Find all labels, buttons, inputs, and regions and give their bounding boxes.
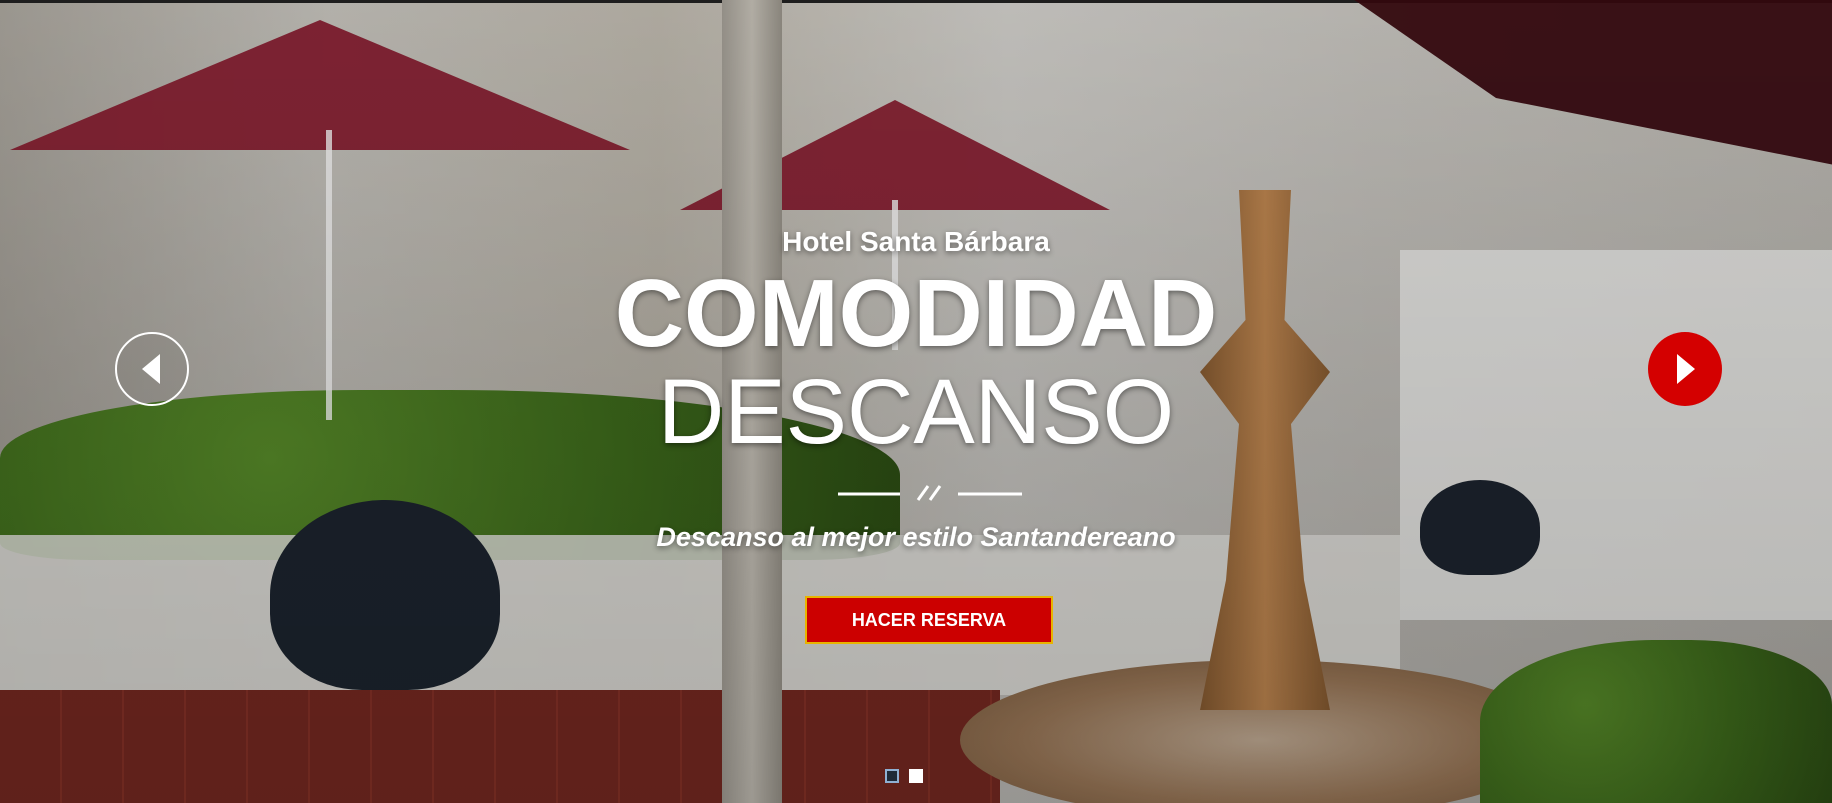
divider-ornament-icon	[838, 485, 1022, 501]
book-now-button[interactable]: HACER RESERVA	[805, 596, 1053, 644]
slider-pagination	[885, 769, 923, 783]
slide-title-primary: COMODIDAD	[614, 260, 1218, 367]
chevron-right-icon	[1677, 354, 1695, 384]
slide-caption: Hotel Santa Bárbara COMODIDAD DESCANSO	[0, 222, 1832, 462]
slider-prev-button[interactable]	[115, 332, 189, 406]
chevron-left-icon	[142, 354, 160, 384]
slide-tagline: Descanso al mejor estilo Santandereano	[656, 522, 1176, 552]
slider-next-button[interactable]	[1648, 332, 1722, 406]
slider-dot-2[interactable]	[909, 769, 923, 783]
slider-dot-1[interactable]	[885, 769, 899, 783]
slide-title-secondary: DESCANSO	[657, 361, 1175, 463]
hotel-subtitle: Hotel Santa Bárbara	[782, 226, 1050, 257]
hero-slider: Hotel Santa Bárbara COMODIDAD DESCANSO D…	[0, 0, 1832, 803]
